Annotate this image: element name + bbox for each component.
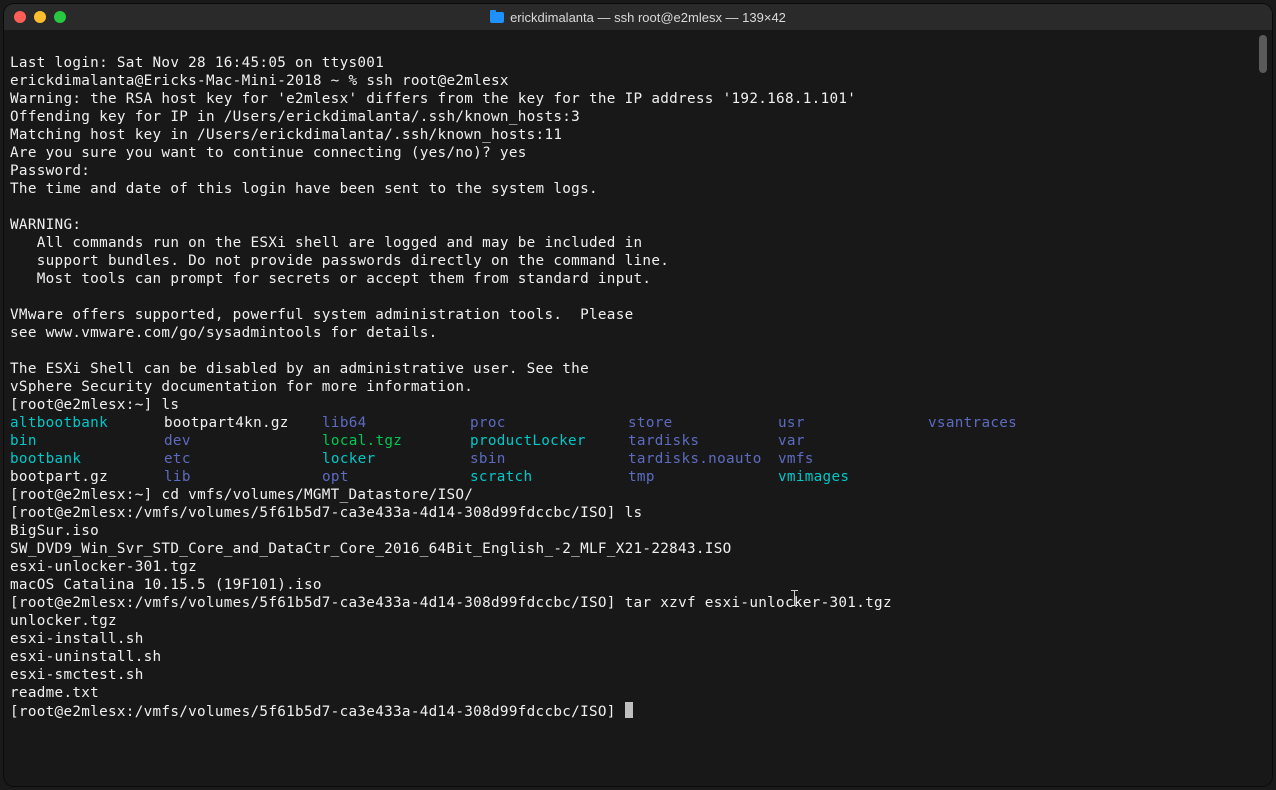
line-password: Password:: [10, 163, 90, 179]
prompt-local: erickdimalanta@Ericks-Mac-Mini-2018 ~ %: [10, 73, 366, 89]
ls-entry: proc: [470, 414, 628, 432]
ls-entry: altbootbank: [10, 414, 164, 432]
cursor: [625, 702, 633, 718]
ls-entry: vmimages: [778, 468, 928, 486]
ls-entry: lib: [164, 468, 322, 486]
motd-line: support bundles. Do not provide password…: [10, 253, 669, 269]
line-confirm: Are you sure you want to continue connec…: [10, 145, 527, 161]
traffic-lights: [14, 11, 66, 23]
cmd-ls: ls: [161, 397, 179, 413]
motd-line: The ESXi Shell can be disabled by an adm…: [10, 361, 589, 377]
terminal-window: erickdimalanta — ssh root@e2mlesx — 139×…: [4, 4, 1272, 786]
cmd-tar: tar xzvf esxi-unlocker-301.tgz: [625, 595, 892, 611]
line-logged: The time and date of this login have bee…: [10, 181, 598, 197]
ls-entry: [928, 468, 1254, 486]
motd-line: see www.vmware.com/go/sysadmintools for …: [10, 325, 438, 341]
scrollbar[interactable]: [1257, 33, 1269, 783]
ls-entry: vsantraces: [928, 414, 1254, 432]
folder-icon: [490, 12, 504, 23]
ls-entry: var: [778, 432, 928, 450]
cmd-cd: cd vmfs/volumes/MGMT_Datastore/ISO/: [161, 487, 473, 503]
ls-output-iso: BigSur.iso SW_DVD9_Win_Svr_STD_Core_and_…: [10, 522, 1254, 594]
prompt-esxi-iso: [root@e2mlesx:/vmfs/volumes/5f61b5d7-ca3…: [10, 595, 625, 611]
ls-entry: sbin: [470, 450, 628, 468]
ls-entry: opt: [322, 468, 470, 486]
motd-line: Most tools can prompt for secrets or acc…: [10, 271, 651, 287]
cmd-ls2: ls: [625, 505, 643, 521]
ls-entry: tardisks: [628, 432, 778, 450]
minimize-button[interactable]: [34, 11, 46, 23]
terminal-area[interactable]: Last login: Sat Nov 28 16:45:05 on ttys0…: [4, 30, 1272, 786]
window-title-text: erickdimalanta — ssh root@e2mlesx — 139×…: [510, 10, 786, 25]
ls-entry: local.tgz: [322, 432, 470, 450]
cmd-ssh: ssh root@e2mlesx: [366, 73, 509, 89]
prompt-esxi-iso: [root@e2mlesx:/vmfs/volumes/5f61b5d7-ca3…: [10, 704, 625, 720]
ls-entry: dev: [164, 432, 322, 450]
ls-entry: bootbank: [10, 450, 164, 468]
ls-entry: lib64: [322, 414, 470, 432]
line-warn1: Warning: the RSA host key for 'e2mlesx' …: [10, 91, 856, 107]
prompt-esxi-iso: [root@e2mlesx:/vmfs/volumes/5f61b5d7-ca3…: [10, 505, 625, 521]
ls-entry: locker: [322, 450, 470, 468]
ls-entry: [928, 450, 1254, 468]
ls-entry: productLocker: [470, 432, 628, 450]
window-title: erickdimalanta — ssh root@e2mlesx — 139×…: [4, 10, 1272, 25]
ls-entry: store: [628, 414, 778, 432]
ls-entry: bootpart4kn.gz: [164, 414, 322, 432]
prompt-esxi-home: [root@e2mlesx:~]: [10, 397, 161, 413]
motd-line: VMware offers supported, powerful system…: [10, 307, 634, 323]
ls-entry: etc: [164, 450, 322, 468]
motd-line: All commands run on the ESXi shell are l…: [10, 235, 642, 251]
ls-entry: usr: [778, 414, 928, 432]
ls-entry: [928, 432, 1254, 450]
ls-entry: bin: [10, 432, 164, 450]
motd-header: WARNING:: [10, 217, 81, 233]
ls-entry: bootpart.gz: [10, 468, 164, 486]
close-button[interactable]: [14, 11, 26, 23]
ls-entry: tmp: [628, 468, 778, 486]
ls-entry: scratch: [470, 468, 628, 486]
ls-entry: tardisks.noauto: [628, 450, 778, 468]
scrollbar-thumb[interactable]: [1259, 35, 1267, 73]
line-warn2: Offending key for IP in /Users/erickdima…: [10, 109, 580, 125]
motd-line: vSphere Security documentation for more …: [10, 379, 473, 395]
line-warn3: Matching host key in /Users/erickdimalan…: [10, 127, 562, 143]
terminal-content[interactable]: Last login: Sat Nov 28 16:45:05 on ttys0…: [10, 36, 1254, 780]
ls-entry: vmfs: [778, 450, 928, 468]
tar-output: unlocker.tgz esxi-install.sh esxi-uninst…: [10, 612, 1254, 702]
ls-output-root: altbootbankbootpart4kn.gzlib64procstoreu…: [10, 414, 1254, 486]
line-last-login: Last login: Sat Nov 28 16:45:05 on ttys0…: [10, 55, 384, 71]
prompt-esxi-home: [root@e2mlesx:~]: [10, 487, 161, 503]
zoom-button[interactable]: [54, 11, 66, 23]
titlebar: erickdimalanta — ssh root@e2mlesx — 139×…: [4, 4, 1272, 30]
